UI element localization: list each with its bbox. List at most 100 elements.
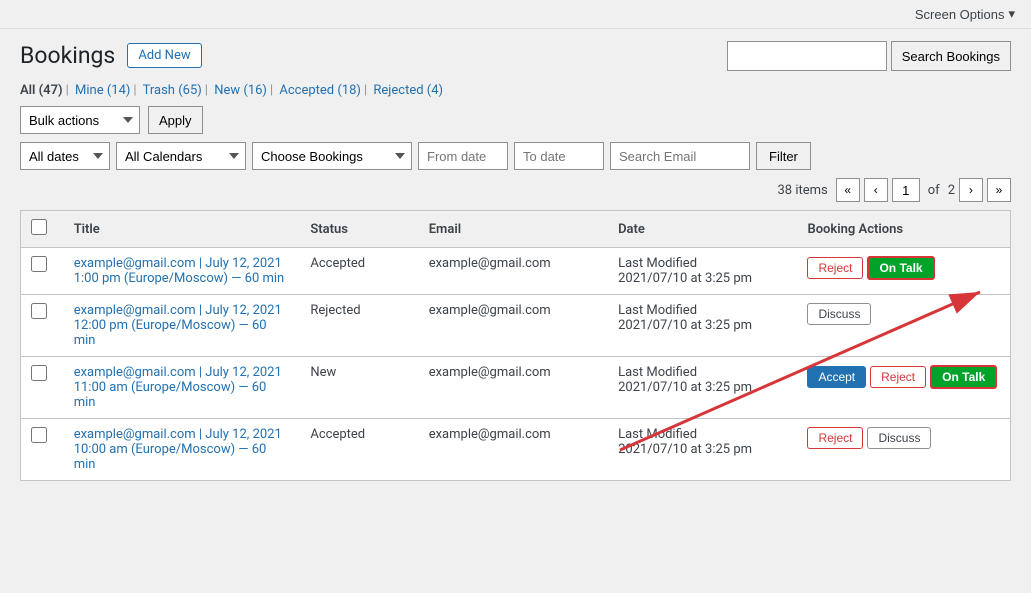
search-bookings-button[interactable]: Search Bookings xyxy=(891,41,1011,71)
discuss-button[interactable]: Discuss xyxy=(807,303,871,325)
row-checkbox[interactable] xyxy=(31,256,47,272)
discuss-button[interactable]: Discuss xyxy=(867,427,931,449)
subheader-nav: All (47)| Mine (14)| Trash (65)| New (16… xyxy=(20,83,1011,98)
row-email-cell: example@gmail.com xyxy=(419,295,608,357)
row-date-cell: Last Modified2021/07/10 at 3:25 pm xyxy=(608,295,797,357)
apply-button[interactable]: Apply xyxy=(148,106,203,134)
col-header-status: Status xyxy=(300,211,418,248)
row-checkbox[interactable] xyxy=(31,365,47,381)
page-header-left: Bookings Add New xyxy=(20,41,202,71)
email-text: example@gmail.com xyxy=(429,365,551,380)
row-date-cell: Last Modified2021/07/10 at 3:25 pm xyxy=(608,357,797,419)
search-bookings-area: Search Bookings xyxy=(727,41,1011,71)
table-row: example@gmail.com | July 12, 2021 11:00 … xyxy=(21,357,1011,419)
search-email-input[interactable] xyxy=(610,142,750,170)
nav-trash-link[interactable]: Trash (65) xyxy=(143,83,202,98)
booking-title-link[interactable]: example@gmail.com | July 12, 2021 1:00 p… xyxy=(74,256,285,286)
table-row: example@gmail.com | July 12, 2021 12:00 … xyxy=(21,295,1011,357)
row-actions-cell: Reject Discuss xyxy=(797,419,1010,481)
nav-all-link[interactable]: All (47) xyxy=(20,83,63,98)
of-text: of xyxy=(928,183,940,198)
calendars-filter-select[interactable]: All Calendars xyxy=(116,142,246,170)
row-title-cell: example@gmail.com | July 12, 2021 1:00 p… xyxy=(64,248,301,295)
col-header-actions: Booking Actions xyxy=(797,211,1010,248)
pagination-top: 38 items « ‹ of 2 › » xyxy=(20,178,1011,202)
col-header-email: Email xyxy=(419,211,608,248)
toolbar: Bulk actions Apply xyxy=(20,106,1011,134)
row-email-cell: example@gmail.com xyxy=(419,357,608,419)
nav-rejected-link[interactable]: Rejected (4) xyxy=(373,83,443,98)
accept-button[interactable]: Accept xyxy=(807,366,866,388)
on-talk-button[interactable]: On Talk xyxy=(867,256,934,280)
prev-page-button[interactable]: ‹ xyxy=(864,178,888,202)
row-checkbox-cell xyxy=(21,295,64,357)
action-buttons: Accept Reject On Talk xyxy=(807,365,1000,389)
filter-button[interactable]: Filter xyxy=(756,142,811,170)
date-text: Last Modified2021/07/10 at 3:25 pm xyxy=(618,365,752,395)
booking-title-link[interactable]: example@gmail.com | July 12, 2021 12:00 … xyxy=(74,303,282,348)
table-row: example@gmail.com | July 12, 2021 10:00 … xyxy=(21,419,1011,481)
screen-options-label: Screen Options xyxy=(915,7,1005,22)
page-header: Bookings Add New Search Bookings xyxy=(20,41,1011,71)
col-header-date: Date xyxy=(608,211,797,248)
status-text: Accepted xyxy=(310,256,365,271)
row-status-cell: Accepted xyxy=(300,419,418,481)
row-email-cell: example@gmail.com xyxy=(419,419,608,481)
row-date-cell: Last Modified2021/07/10 at 3:25 pm xyxy=(608,248,797,295)
nav-accepted-link[interactable]: Accepted (18) xyxy=(279,83,361,98)
row-checkbox-cell xyxy=(21,419,64,481)
page-title: Bookings xyxy=(20,41,115,71)
row-actions-cell: Discuss xyxy=(797,295,1010,357)
email-text: example@gmail.com xyxy=(429,303,551,318)
bookings-table-container: Title Status Email Date Booking Actions xyxy=(20,210,1011,481)
email-text: example@gmail.com xyxy=(429,427,551,442)
search-input[interactable] xyxy=(727,41,887,71)
email-text: example@gmail.com xyxy=(429,256,551,271)
screen-options-button[interactable]: Screen Options ▾ xyxy=(907,2,1023,26)
booking-title-link[interactable]: example@gmail.com | July 12, 2021 11:00 … xyxy=(74,365,282,410)
row-status-cell: Rejected xyxy=(300,295,418,357)
dates-filter-select[interactable]: All dates xyxy=(20,142,110,170)
row-checkbox-cell xyxy=(21,248,64,295)
row-status-cell: Accepted xyxy=(300,248,418,295)
action-buttons: Discuss xyxy=(807,303,1000,325)
status-text: Rejected xyxy=(310,303,360,318)
row-title-cell: example@gmail.com | July 12, 2021 12:00 … xyxy=(64,295,301,357)
booking-title-link[interactable]: example@gmail.com | July 12, 2021 10:00 … xyxy=(74,427,282,472)
date-text: Last Modified2021/07/10 at 3:25 pm xyxy=(618,303,752,333)
action-buttons: Reject Discuss xyxy=(807,427,1000,449)
page-number-input[interactable] xyxy=(892,178,920,202)
row-title-cell: example@gmail.com | July 12, 2021 10:00 … xyxy=(64,419,301,481)
row-email-cell: example@gmail.com xyxy=(419,248,608,295)
row-checkbox-cell xyxy=(21,357,64,419)
add-new-button[interactable]: Add New xyxy=(127,43,201,68)
last-page-button[interactable]: » xyxy=(987,178,1011,202)
reject-button[interactable]: Reject xyxy=(807,257,863,279)
bookings-table: Title Status Email Date Booking Actions xyxy=(20,210,1011,481)
action-buttons: Reject On Talk xyxy=(807,256,1000,280)
pagination-items-count: 38 items xyxy=(777,183,827,198)
row-status-cell: New xyxy=(300,357,418,419)
bulk-actions-select[interactable]: Bulk actions xyxy=(20,106,140,134)
nav-mine-link[interactable]: Mine (14) xyxy=(75,83,130,98)
reject-button[interactable]: Reject xyxy=(807,427,863,449)
first-page-button[interactable]: « xyxy=(836,178,860,202)
to-date-input[interactable] xyxy=(514,142,604,170)
status-text: New xyxy=(310,365,336,380)
select-all-checkbox[interactable] xyxy=(31,219,47,235)
row-checkbox[interactable] xyxy=(31,427,47,443)
nav-new-link[interactable]: New (16) xyxy=(214,83,267,98)
chevron-down-icon: ▾ xyxy=(1008,6,1015,22)
table-header-row: Title Status Email Date Booking Actions xyxy=(21,211,1011,248)
date-text: Last Modified2021/07/10 at 3:25 pm xyxy=(618,427,752,457)
row-date-cell: Last Modified2021/07/10 at 3:25 pm xyxy=(608,419,797,481)
on-talk-button[interactable]: On Talk xyxy=(930,365,997,389)
row-checkbox[interactable] xyxy=(31,303,47,319)
col-header-title: Title xyxy=(64,211,301,248)
reject-button[interactable]: Reject xyxy=(870,366,926,388)
bookings-filter-select[interactable]: Choose Bookings xyxy=(252,142,412,170)
row-title-cell: example@gmail.com | July 12, 2021 11:00 … xyxy=(64,357,301,419)
from-date-input[interactable] xyxy=(418,142,508,170)
filter-row: All dates All Calendars Choose Bookings … xyxy=(20,142,1011,170)
next-page-button[interactable]: › xyxy=(959,178,983,202)
